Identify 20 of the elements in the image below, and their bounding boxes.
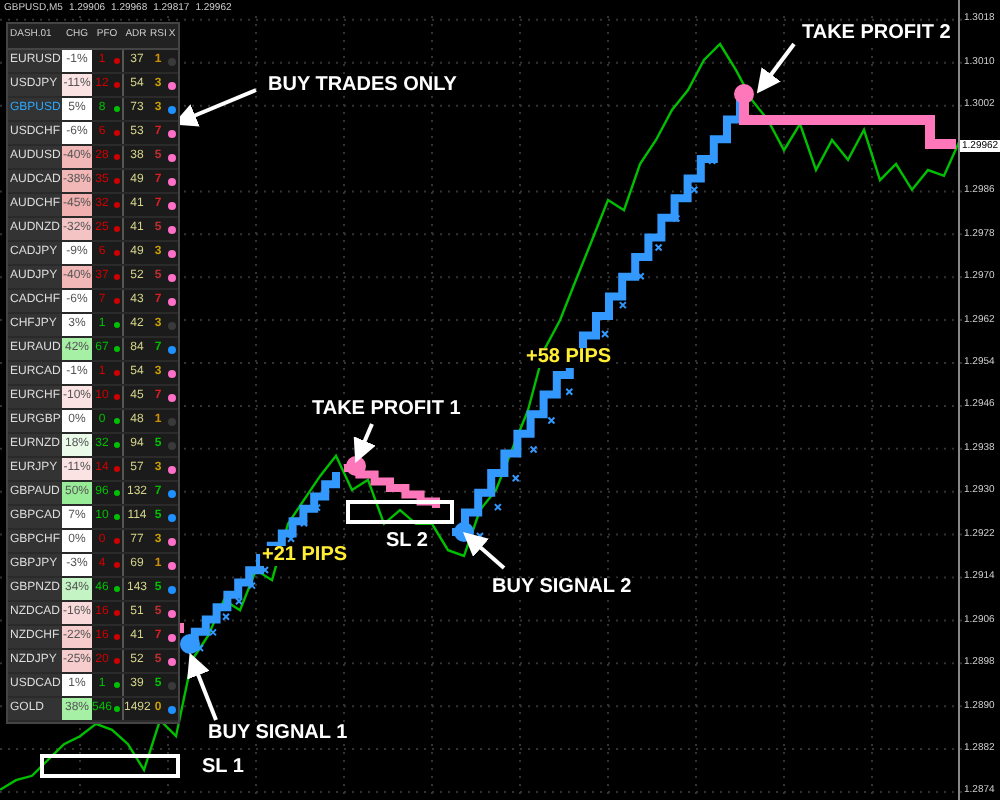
chart-annotation: BUY TRADES ONLY bbox=[266, 76, 459, 96]
stop-loss-box bbox=[346, 500, 454, 524]
arrow bbox=[462, 532, 506, 570]
take-profit-dot bbox=[346, 456, 366, 476]
chart-annotation: SL 1 bbox=[200, 758, 246, 778]
chart-annotation: BUY SIGNAL 1 bbox=[206, 724, 350, 744]
chart-annotation: SL 2 bbox=[384, 532, 430, 552]
take-profit-dot bbox=[734, 84, 754, 104]
stop-loss-box bbox=[40, 754, 180, 778]
buy-signal-dot bbox=[180, 634, 200, 654]
chart-annotation: TAKE PROFIT 2 bbox=[800, 24, 953, 44]
chart-annotation: TAKE PROFIT 1 bbox=[310, 400, 463, 420]
arrow bbox=[756, 42, 796, 94]
arrow bbox=[187, 652, 218, 721]
chart-annotation: +21 PIPS bbox=[260, 546, 350, 566]
chart-annotation: +58 PIPS bbox=[524, 348, 614, 368]
sell-signal-trail bbox=[344, 464, 440, 508]
arrow bbox=[353, 423, 376, 464]
chart-annotation: BUY SIGNAL 2 bbox=[490, 578, 634, 598]
buy-signal-dot bbox=[454, 522, 474, 542]
